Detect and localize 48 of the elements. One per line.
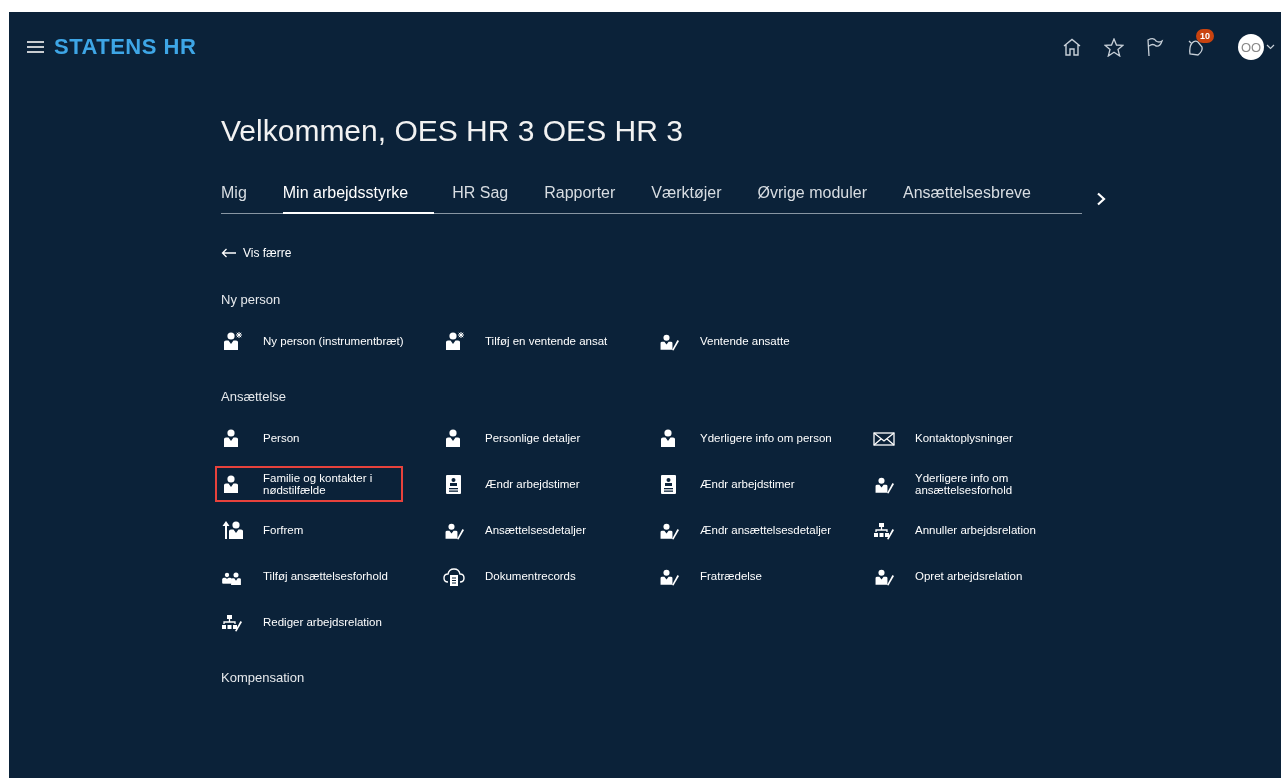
tab[interactable]: Øvrige moduler xyxy=(757,184,867,214)
person-new-icon xyxy=(443,330,465,352)
menu-tile[interactable]: Kontaktoplysninger xyxy=(867,420,1023,456)
menu-tile[interactable]: Ventende ansatte xyxy=(652,323,800,359)
chevron-down-icon xyxy=(1266,44,1275,50)
back-arrow-icon xyxy=(221,248,237,258)
section-heading: Kompensation xyxy=(221,670,306,685)
tab[interactable]: Værktøjer xyxy=(651,184,722,214)
menu-tile[interactable]: Forfrem xyxy=(215,512,314,548)
welcome-heading: Velkommen, OES HR 3 OES HR 3 xyxy=(221,114,684,148)
cloud-icon xyxy=(443,565,465,587)
section-heading: Ansættelse xyxy=(221,389,288,404)
menu-tile[interactable]: Ansættelsesdetaljer xyxy=(437,512,596,548)
show-less-link[interactable]: Vis færre xyxy=(221,246,292,260)
menu-tile[interactable]: Tilføj ansættelsesforhold xyxy=(215,558,398,594)
menu-tile[interactable]: Opret arbejdsrelation xyxy=(867,558,1033,594)
tab[interactable]: HR Sag xyxy=(452,184,509,214)
avatar: OO xyxy=(1238,34,1264,60)
person-new-icon xyxy=(221,330,243,352)
notification-badge: 10 xyxy=(1196,29,1214,43)
brand-logo: STATENS HR xyxy=(54,34,197,60)
menu-tile[interactable]: Ændr arbejdstimer xyxy=(652,466,805,502)
menu-tile[interactable]: Personlige detaljer xyxy=(437,420,591,456)
flag-button[interactable] xyxy=(1146,37,1164,57)
tab[interactable]: Min arbejdsstyrke xyxy=(282,184,435,214)
notifications-button[interactable]: 10 xyxy=(1186,29,1216,57)
menu-tile[interactable]: Dokumentrecords xyxy=(437,558,586,594)
menu-tile[interactable]: Yderligere info om person xyxy=(652,420,842,456)
tab[interactable]: Ansættelsesbreve xyxy=(902,184,1031,214)
user-menu[interactable]: OO xyxy=(1238,34,1275,60)
tab[interactable]: Mig xyxy=(221,184,247,214)
menu-tile[interactable]: Ændr ansættelsesdetaljer xyxy=(652,512,842,548)
menu-tile[interactable]: Familie og kontakter i nødstilfælde xyxy=(215,466,403,502)
menu-tile[interactable]: Person xyxy=(215,420,310,456)
menu-tile[interactable]: Fratrædelse xyxy=(652,558,772,594)
menu-tile[interactable]: Ændr arbejdstimer xyxy=(437,466,590,502)
menu-button[interactable] xyxy=(27,41,44,53)
promote-icon xyxy=(221,519,243,541)
menu-tile[interactable]: Rediger arbejdsrelation xyxy=(215,604,392,640)
section-heading: Ny person xyxy=(221,292,282,307)
tab[interactable]: Rapporter xyxy=(544,184,616,214)
favorites-button[interactable] xyxy=(1104,37,1124,57)
menu-tile[interactable]: Annuller arbejdsrelation xyxy=(867,512,1046,548)
menu-tile[interactable]: Ny person (instrumentbræt) xyxy=(215,323,414,359)
home-button[interactable] xyxy=(1062,38,1082,56)
next-tabs-button[interactable] xyxy=(1096,192,1106,206)
menu-tile[interactable]: Tilføj en ventende ansat xyxy=(437,323,618,359)
menu-tile[interactable]: Yderligere info om ansættelsesforhold xyxy=(867,466,1081,502)
